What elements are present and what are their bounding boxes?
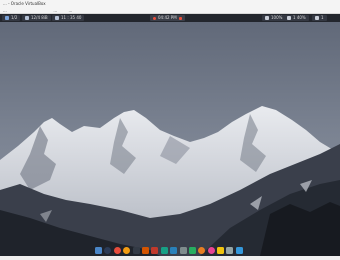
memory-indicator[interactable]: 12/4 8iB [22, 15, 51, 21]
app-icon[interactable] [235, 246, 243, 254]
browser-icon[interactable] [113, 246, 121, 254]
menu-item-2[interactable]: ... [53, 8, 57, 13]
clock-indicator[interactable]: 11 : 35 40 [52, 15, 85, 21]
terminal-icon[interactable] [132, 246, 140, 254]
app-icon[interactable] [226, 246, 234, 254]
app-icon[interactable] [141, 246, 149, 254]
menu-item-1[interactable]: ... [3, 8, 7, 13]
app-icon[interactable] [151, 246, 159, 254]
window-menubar: ... ... ... [0, 7, 340, 14]
window-titlebar: ... - Oracle VirtualBox [0, 0, 340, 7]
memory-icon [25, 16, 29, 20]
mountain-wallpaper [0, 14, 340, 256]
dock [93, 244, 245, 256]
app-icon[interactable] [160, 246, 168, 254]
volume-indicator[interactable]: 100% [262, 15, 286, 21]
app-icon[interactable] [179, 246, 187, 254]
notification-icon [178, 16, 182, 20]
battery-icon [287, 16, 291, 20]
app-icon[interactable] [207, 246, 215, 254]
window-title: ... - Oracle VirtualBox [3, 1, 46, 6]
clock-icon [55, 16, 59, 20]
workspace-icon [5, 16, 9, 20]
files-icon[interactable] [95, 246, 102, 254]
app-icon[interactable] [198, 246, 206, 254]
search-icon[interactable] [104, 246, 112, 254]
top-panel: 1/2 12/4 8iB 11 : 35 40 04:42 PM 100% 1 … [0, 14, 340, 22]
app-icon[interactable] [217, 246, 225, 254]
app-icon[interactable] [170, 246, 178, 254]
record-icon [153, 16, 156, 20]
remote-desktop[interactable]: 1/2 12/4 8iB 11 : 35 40 04:42 PM 100% 1 … [0, 14, 340, 256]
power-indicator[interactable]: 1 [312, 15, 327, 21]
battery-indicator[interactable]: 1 40% [284, 15, 309, 21]
app-icon[interactable] [123, 246, 131, 254]
window-statusbar [0, 256, 340, 260]
workspace-indicator[interactable]: 1/2 [2, 15, 21, 21]
menu-item-3[interactable]: ... [69, 8, 73, 13]
power-icon [315, 16, 319, 20]
volume-icon [265, 16, 269, 20]
date-time[interactable]: 04:42 PM [150, 15, 185, 21]
app-icon[interactable] [188, 246, 196, 254]
